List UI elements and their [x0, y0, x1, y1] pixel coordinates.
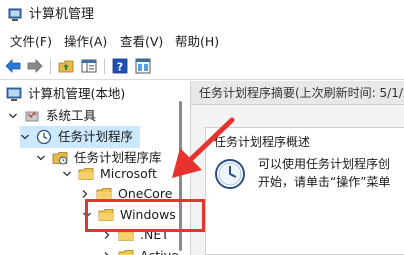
- forward-button[interactable]: [26, 57, 44, 75]
- svg-text:?: ?: [117, 61, 123, 74]
- chevron-right-icon[interactable]: [102, 251, 112, 255]
- tree-item-active[interactable]: Active: [102, 245, 179, 255]
- back-arrow-icon: [5, 59, 21, 73]
- tree-item-task-scheduler[interactable]: 任务计划程序: [20, 126, 140, 148]
- summary-pane: 任务计划程序摘要(上次刷新时间: 5/1/2 任务计划程序概述 可以使用任务计划…: [190, 81, 404, 255]
- menu-file[interactable]: 文件(F): [8, 33, 54, 51]
- clock-icon: [215, 159, 245, 189]
- help-button[interactable]: ?: [111, 57, 129, 75]
- overview-description-line1: 可以使用任务计划程序创: [258, 157, 391, 171]
- toolbar-separator: [104, 59, 105, 74]
- chevron-down-icon[interactable]: [20, 132, 30, 142]
- show-hide-tree-button[interactable]: [80, 57, 98, 75]
- help-icon: ?: [112, 58, 128, 74]
- folder-icon: [118, 250, 134, 255]
- computer-management-icon: [6, 87, 22, 101]
- tree-item-computer-management[interactable]: 计算机管理(本地): [6, 83, 125, 105]
- tree-item-label: 计算机管理(本地): [28, 86, 126, 101]
- menu-help[interactable]: 帮助(H): [173, 33, 221, 51]
- chevron-down-icon[interactable]: [62, 169, 72, 179]
- tree-item-microsoft[interactable]: Microsoft: [62, 163, 157, 185]
- menu-action[interactable]: 操作(A): [62, 33, 109, 51]
- title-bar: 计算机管理: [0, 0, 404, 30]
- overview-description-line2: 开始，请单击“操作”菜单: [258, 175, 391, 189]
- window-title: 计算机管理: [29, 7, 95, 22]
- overview-panel-title: 任务计划程序概述: [214, 135, 311, 149]
- clock-icon: [36, 129, 52, 145]
- tree-item-system-tools[interactable]: 系统工具: [8, 105, 96, 127]
- computer-management-icon: [8, 8, 22, 21]
- overview-panel: 任务计划程序概述 可以使用任务计划程序创 开始，请单击“操作”菜单: [205, 127, 404, 255]
- tree-item-label: Microsoft: [100, 166, 157, 181]
- up-button[interactable]: [57, 57, 75, 75]
- chevron-right-icon[interactable]: [80, 189, 90, 199]
- menu-bar: 文件(F) 操作(A) 查看(V) 帮助(H): [0, 30, 404, 54]
- forward-arrow-icon: [27, 59, 43, 73]
- tree-item-label: 任务计划程序: [58, 129, 134, 144]
- annotation-highlight-box: [85, 199, 205, 232]
- back-button[interactable]: [4, 57, 22, 75]
- properties-icon: [135, 58, 151, 74]
- summary-header-text: 任务计划程序摘要(上次刷新时间: 5/1/2: [199, 86, 404, 100]
- folder-icon: [78, 168, 94, 180]
- chevron-down-icon[interactable]: [8, 111, 18, 121]
- properties-button[interactable]: [134, 57, 152, 75]
- summary-header: 任务计划程序摘要(上次刷新时间: 5/1/2: [191, 81, 404, 105]
- menu-view[interactable]: 查看(V): [118, 33, 165, 51]
- show-hide-tree-icon: [81, 59, 97, 73]
- tree-item-label: 系统工具: [46, 108, 97, 123]
- toolbar: ?: [0, 54, 404, 80]
- toolbar-separator: [50, 59, 51, 74]
- tools-icon: [25, 111, 39, 122]
- tree-item-label: Active: [140, 247, 179, 255]
- chevron-down-icon[interactable]: [36, 153, 46, 163]
- up-folder-icon: [58, 60, 74, 73]
